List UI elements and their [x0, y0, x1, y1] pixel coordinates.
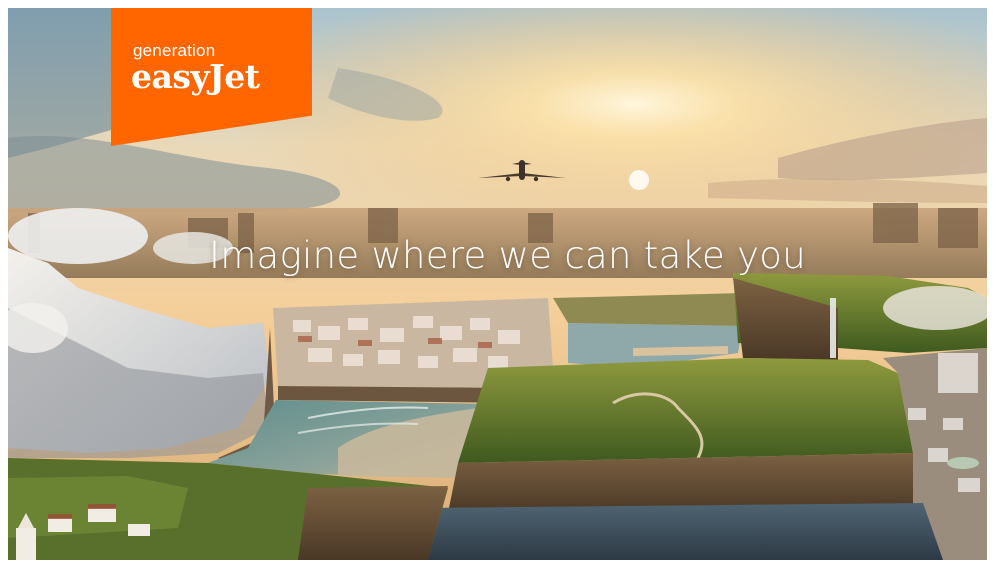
- tagline-text: Imagine where we can take you: [209, 234, 806, 277]
- logo-line-easyjet: easyJet: [131, 57, 260, 96]
- video-frame: generation easyJet Imagine where we can …: [8, 8, 987, 560]
- easyjet-logo: generation easyJet: [111, 8, 312, 146]
- sun-icon: [629, 170, 649, 190]
